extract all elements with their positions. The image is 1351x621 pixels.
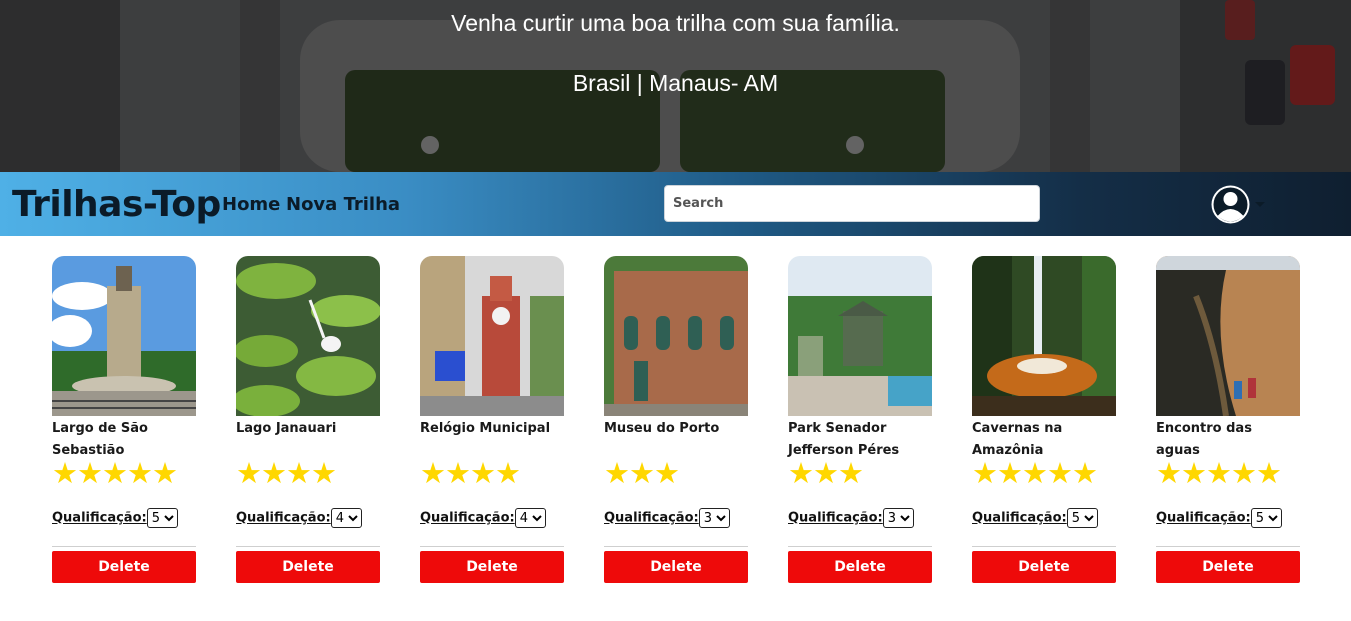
delete-button[interactable]: Delete [972,551,1116,583]
trail-title: Museu do Porto [604,421,720,436]
rating-row: Qualificação: 5 [1156,508,1282,528]
nav-link-home[interactable]: Home [222,194,280,215]
rating-row: Qualificação: 5 [52,508,178,528]
star-rating-icon: ★★★ [604,458,680,490]
star-rating-icon: ★★★★★ [52,458,178,490]
star-rating-icon: ★★★★★ [1156,458,1282,490]
trail-photo[interactable] [788,256,932,416]
trail-card: Park Senador Jefferson Péres ★★★ Qualifi… [788,256,932,583]
rating-select[interactable]: 4 [514,508,546,528]
navbar: Trilhas-Top Home Nova Trilha [0,172,1351,236]
trail-card: Relógio Municipal ★★★★ Qualificação: 4 De… [420,256,564,583]
divider [236,546,380,547]
trail-photo[interactable] [52,256,196,416]
rating-select[interactable]: 5 [1066,508,1098,528]
rating-select[interactable]: 4 [330,508,362,528]
delete-button[interactable]: Delete [1156,551,1300,583]
trail-title: Lago Janauari [236,421,337,436]
delete-button[interactable]: Delete [604,551,748,583]
trail-card: Museu do Porto ★★★ Qualificação: 3 Delete [604,256,748,583]
trail-title: Relógio Municipal [420,421,551,436]
divider [420,546,564,547]
search-input[interactable] [664,185,1040,222]
rating-label: Qualificação: [52,510,147,526]
divider [972,546,1116,547]
delete-button[interactable]: Delete [52,551,196,583]
trail-title: Cavernas na Amazônia [972,421,1063,458]
delete-button[interactable]: Delete [788,551,932,583]
trail-title: Largo de São Sebastião [52,421,148,458]
rating-label: Qualificação: [788,510,883,526]
user-circle-icon[interactable] [1210,184,1251,225]
trail-title: Park Senador Jefferson Péres [788,421,900,458]
rating-label: Qualificação: [420,510,515,526]
trail-photo[interactable] [972,256,1116,416]
trail-photo[interactable] [236,256,380,416]
rating-label: Qualificação: [236,510,331,526]
rating-row: Qualificação: 4 [236,508,362,528]
star-rating-icon: ★★★★★ [972,458,1098,490]
chevron-down-icon[interactable] [1255,202,1265,207]
rating-select[interactable]: 3 [698,508,730,528]
star-rating-icon: ★★★★ [420,458,521,490]
trail-photo[interactable] [420,256,564,416]
divider [788,546,932,547]
trail-photo[interactable] [1156,256,1300,416]
divider [52,546,196,547]
hero-banner: Venha curtir uma boa trilha com sua famí… [0,0,1351,172]
rating-select[interactable]: 5 [1250,508,1282,528]
rating-select[interactable]: 3 [882,508,914,528]
trail-photo[interactable] [604,256,748,416]
star-rating-icon: ★★★ [788,458,864,490]
trail-card: Lago Janauari ★★★★ Qualificação: 4 Delete [236,256,380,583]
rating-label: Qualificação: [604,510,699,526]
rating-row: Qualificação: 5 [972,508,1098,528]
star-rating-icon: ★★★★ [236,458,337,490]
divider [604,546,748,547]
rating-label: Qualificação: [1156,510,1251,526]
brand-logo[interactable]: Trilhas-Top [12,184,221,225]
nav-link-nova-trilha[interactable]: Nova Trilha [286,194,400,215]
trail-card-list: Largo de São Sebastião ★★★★★ Qualificaçã… [0,256,1351,596]
rating-label: Qualificação: [972,510,1067,526]
rating-row: Qualificação: 4 [420,508,546,528]
divider [1156,546,1300,547]
trail-card: Encontro das aguas ★★★★★ Qualificação: 5 … [1156,256,1300,583]
trail-title: Encontro das aguas [1156,421,1252,458]
delete-button[interactable]: Delete [420,551,564,583]
hero-location: Brasil | Manaus- AM [572,70,779,96]
hero-tagline: Venha curtir uma boa trilha com sua famí… [451,10,900,36]
rating-row: Qualificação: 3 [788,508,914,528]
rating-select[interactable]: 5 [146,508,178,528]
rating-row: Qualificação: 3 [604,508,730,528]
delete-button[interactable]: Delete [236,551,380,583]
trail-card: Largo de São Sebastião ★★★★★ Qualificaçã… [52,256,196,583]
trail-card: Cavernas na Amazônia ★★★★★ Qualificação:… [972,256,1116,583]
